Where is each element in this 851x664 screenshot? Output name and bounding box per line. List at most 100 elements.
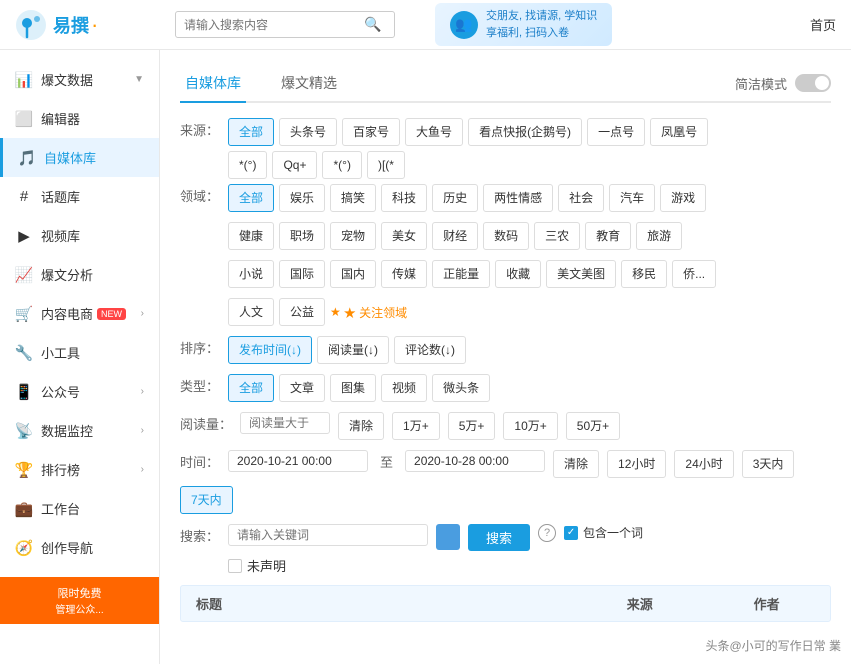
- sidebar-item-shuju[interactable]: 📡 数据监控 ›: [0, 411, 159, 450]
- type-video-btn[interactable]: 视频: [381, 374, 427, 402]
- domain-guoji-btn[interactable]: 国际: [279, 260, 325, 288]
- content-area: 自媒体库 爆文精选 简洁模式 来源： 全部 头条号 百家号 大鱼号 看点快报(企…: [160, 50, 851, 664]
- time-end-input[interactable]: [405, 450, 545, 472]
- domain-youxi-btn[interactable]: 游戏: [660, 184, 706, 212]
- type-weivideo-btn[interactable]: 微头条: [432, 374, 490, 402]
- domain-lvyou-btn[interactable]: 旅游: [636, 222, 682, 250]
- sort-comment-btn[interactable]: 评论数(↓): [394, 336, 466, 364]
- domain-meinvmei-btn[interactable]: 美文美图: [546, 260, 616, 288]
- search-submit-btn[interactable]: 搜索: [468, 524, 530, 551]
- blue-box-btn[interactable]: [436, 524, 460, 550]
- source-qq-btn[interactable]: Qq+: [272, 151, 317, 179]
- read-clear-btn[interactable]: 清除: [338, 412, 384, 440]
- time-3d-btn[interactable]: 3天内: [742, 450, 795, 478]
- domain-qiche-btn[interactable]: 汽车: [609, 184, 655, 212]
- source-baijiahao-btn[interactable]: 百家号: [342, 118, 400, 146]
- source-wx-btn[interactable]: *(°): [322, 151, 361, 179]
- domain-shehui-btn[interactable]: 社会: [558, 184, 604, 212]
- domain-chuanmei-btn[interactable]: 传媒: [381, 260, 427, 288]
- domain-zhengneng-btn[interactable]: 正能量: [432, 260, 490, 288]
- tab-baowen-jingxuan[interactable]: 爆文精选: [276, 65, 342, 103]
- domain-sannong-btn[interactable]: 三农: [534, 222, 580, 250]
- sort-time-btn[interactable]: 发布时间(↓): [228, 336, 312, 364]
- source-toutiao-btn[interactable]: 头条号: [279, 118, 337, 146]
- search-icon: 🔍: [364, 16, 381, 33]
- sidebar-item-huati[interactable]: # 话题库: [0, 177, 159, 216]
- domain-jiaoyu-btn[interactable]: 教育: [585, 222, 631, 250]
- sidebar-item-gongzhong[interactable]: 📱 公众号 ›: [0, 372, 159, 411]
- time-row: 时间： 至 清除 12小时 24小时 3天内 7天内: [180, 450, 831, 514]
- source-all-btn[interactable]: 全部: [228, 118, 274, 146]
- read-input[interactable]: [240, 412, 330, 434]
- promo-banner[interactable]: 限时免费 管理公众...: [0, 577, 159, 624]
- domain-yimin-btn[interactable]: 移民: [621, 260, 667, 288]
- home-nav[interactable]: 首页: [810, 15, 836, 34]
- source-kandian-btn[interactable]: 看点快报(企鹅号): [468, 118, 582, 146]
- time-clear-btn[interactable]: 清除: [553, 450, 599, 478]
- source-dayu-btn[interactable]: 大鱼号: [405, 118, 463, 146]
- domain-shoucang-btn[interactable]: 收藏: [495, 260, 541, 288]
- undeclared-checkbox[interactable]: [228, 559, 242, 573]
- source-fenghuang-btn[interactable]: 凤凰号: [650, 118, 708, 146]
- topbar-search-input[interactable]: [184, 18, 364, 32]
- source-row2: *(°) Qq+ *(°) )[(*: [180, 151, 831, 179]
- domain-renwen-btn[interactable]: 人文: [228, 298, 274, 326]
- domain-caijing-btn[interactable]: 财经: [432, 222, 478, 250]
- read-10w-btn[interactable]: 10万+: [503, 412, 557, 440]
- read-50w-btn[interactable]: 50万+: [566, 412, 620, 440]
- time-7d-btn[interactable]: 7天内: [180, 486, 233, 514]
- topbar-search[interactable]: 🔍: [175, 11, 395, 38]
- top-banner[interactable]: 👥 交朋友, 找请源, 学知识 享福利, 扫码入卷: [435, 3, 612, 46]
- sidebar-item-shipin[interactable]: ▶ 视频库: [0, 216, 159, 255]
- read-1w-btn[interactable]: 1万+: [392, 412, 440, 440]
- sidebar-item-bianjiji[interactable]: ⬜ 编辑器: [0, 99, 159, 138]
- domain-all-btn[interactable]: 全部: [228, 184, 274, 212]
- sidebar-item-ziwei[interactable]: 🎵 自媒体库: [0, 138, 159, 177]
- table-col-title: 标题: [181, 594, 576, 613]
- sidebar-item-label: 排行榜: [41, 460, 80, 479]
- time-24h-btn[interactable]: 24小时: [674, 450, 733, 478]
- domain-shuma-btn[interactable]: 数码: [483, 222, 529, 250]
- time-start-input[interactable]: [228, 450, 368, 472]
- domain-xiaoshuo-btn[interactable]: 小说: [228, 260, 274, 288]
- domain-gongyi-btn[interactable]: 公益: [279, 298, 325, 326]
- include-word-label: 包含一个词: [583, 524, 643, 541]
- gongzuotai-icon: 💼: [15, 500, 33, 518]
- type-article-btn[interactable]: 文章: [279, 374, 325, 402]
- time-12h-btn[interactable]: 12小时: [607, 450, 666, 478]
- sort-read-btn[interactable]: 阅读量(↓): [317, 336, 389, 364]
- include-word-checkbox[interactable]: ✓: [564, 526, 578, 540]
- domain-meinv-btn[interactable]: 美女: [381, 222, 427, 250]
- domain-yule-btn[interactable]: 娱乐: [279, 184, 325, 212]
- domain-zhichang-btn[interactable]: 职场: [279, 222, 325, 250]
- domain-guonei-btn[interactable]: 国内: [330, 260, 376, 288]
- domain-gaoxiao-btn[interactable]: 搞笑: [330, 184, 376, 212]
- sidebar-item-neirong[interactable]: 🛒 内容电商 NEW ›: [0, 294, 159, 333]
- sidebar-item-xiaogongju[interactable]: 🔧 小工具: [0, 333, 159, 372]
- domain-jiankang-btn[interactable]: 健康: [228, 222, 274, 250]
- help-icon[interactable]: ?: [538, 524, 556, 542]
- type-gallery-btn[interactable]: 图集: [330, 374, 376, 402]
- domain-keji-btn[interactable]: 科技: [381, 184, 427, 212]
- domain-chongwu-btn[interactable]: 宠物: [330, 222, 376, 250]
- sidebar-item-paihang[interactable]: 🏆 排行榜 ›: [0, 450, 159, 489]
- tab-ziwei[interactable]: 自媒体库: [180, 65, 246, 103]
- read-5w-btn[interactable]: 5万+: [448, 412, 496, 440]
- jianjie-toggle[interactable]: [795, 74, 831, 92]
- sidebar-item-baowen-data[interactable]: 📊 爆文数据 ▼: [0, 60, 159, 99]
- keyword-input[interactable]: [228, 524, 428, 546]
- sidebar-item-baowen-fenxi[interactable]: 📈 爆文分析: [0, 255, 159, 294]
- type-all-btn[interactable]: 全部: [228, 374, 274, 402]
- focus-domain-link[interactable]: ★ ★ 关注领域: [330, 298, 407, 326]
- domain-lishi-btn[interactable]: 历史: [432, 184, 478, 212]
- banner-text: 交朋友, 找请源, 学知识 享福利, 扫码入卷: [486, 8, 597, 41]
- source-weibo-btn[interactable]: *(°): [228, 151, 267, 179]
- domain-liangxing-btn[interactable]: 两性情感: [483, 184, 553, 212]
- source-other-btn[interactable]: )[(*: [367, 151, 405, 179]
- sidebar-item-chuangzuo[interactable]: 🧭 创作导航: [0, 528, 159, 567]
- sidebar-item-gongzuotai[interactable]: 💼 工作台: [0, 489, 159, 528]
- domain-qinzi-btn[interactable]: 侨...: [672, 260, 716, 288]
- source-yidian-btn[interactable]: 一点号: [587, 118, 645, 146]
- sort-row: 排序： 发布时间(↓) 阅读量(↓) 评论数(↓): [180, 336, 831, 364]
- fenxi-icon: 📈: [15, 266, 33, 284]
